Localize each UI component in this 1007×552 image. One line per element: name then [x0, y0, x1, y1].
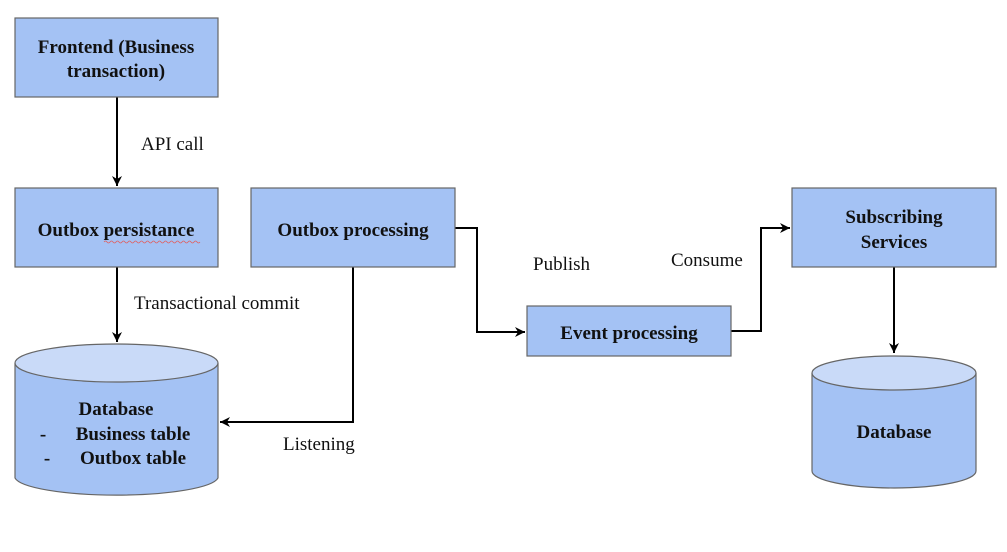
- label-transactional-commit: Transactional commit: [134, 293, 300, 314]
- node-subscribing-services-line-1: Subscribing: [845, 207, 943, 228]
- node-event-processing-label: Event processing: [560, 323, 698, 344]
- outbox-pattern-diagram: Frontend (Business transaction) Outbox p…: [14, 17, 997, 496]
- database-left-title: Database: [79, 399, 154, 420]
- label-api-call: API call: [141, 134, 204, 155]
- database-left-bullet-2: -: [44, 448, 50, 469]
- node-frontend-line-1: Frontend (Business: [38, 37, 194, 58]
- node-outbox-processing: Outbox processing: [250, 187, 456, 268]
- node-event-processing: Event processing: [526, 305, 732, 357]
- database-left-item-outbox-table: Outbox table: [80, 448, 186, 469]
- node-frontend: Frontend (Business transaction): [14, 17, 219, 98]
- node-outbox-processing-label: Outbox processing: [277, 220, 429, 241]
- edge-publish: [455, 227, 525, 337]
- node-subscribing-services-line-2: Services: [861, 232, 927, 253]
- label-publish: Publish: [533, 254, 591, 275]
- edge-listening: [220, 267, 354, 427]
- label-listening: Listening: [283, 434, 355, 455]
- label-consume: Consume: [671, 250, 743, 271]
- node-database-right: Database: [811, 355, 977, 489]
- node-outbox-persistance: Outbox persistance: [14, 187, 219, 268]
- database-right-title: Database: [857, 422, 932, 443]
- edge-consume: [731, 223, 790, 332]
- node-outbox-persistance-label: Outbox persistance: [38, 220, 195, 241]
- node-database-left: Database - Business table - Outbox table: [14, 343, 219, 496]
- database-left-bullet-1: -: [40, 424, 46, 445]
- database-left-item-business-table: Business table: [76, 424, 191, 445]
- node-frontend-line-2: transaction): [67, 61, 165, 82]
- node-subscribing-services: Subscribing Services: [791, 187, 997, 268]
